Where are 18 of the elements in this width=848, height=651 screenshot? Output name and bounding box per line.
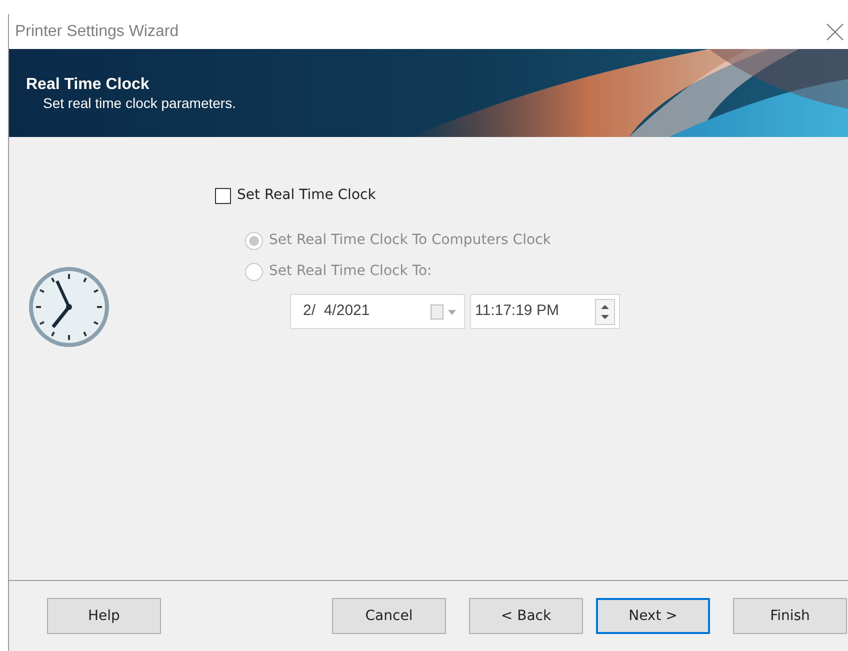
header-title: Real Time Clock xyxy=(26,75,150,94)
checkbox-label[interactable]: Set Real Time Clock xyxy=(237,185,376,206)
spin-icon[interactable] xyxy=(595,298,615,324)
checkbox[interactable] xyxy=(215,188,231,204)
date-value: 2/ 4/2021 xyxy=(303,301,370,322)
date-field[interactable]: 2/ 4/2021 xyxy=(290,294,465,329)
close-icon[interactable] xyxy=(826,22,844,40)
wizard-button[interactable]: Finish xyxy=(733,598,847,634)
window-title: Printer Settings Wizard xyxy=(15,22,179,42)
header-subtitle: Set real time clock parameters. xyxy=(43,94,237,112)
wizard-button[interactable]: Next > xyxy=(596,598,710,634)
clock-icon xyxy=(27,265,111,349)
time-field[interactable]: 11:17:19 PM xyxy=(470,294,620,329)
wizard-button[interactable]: Help xyxy=(47,598,161,634)
calendar-dropdown-icon[interactable] xyxy=(430,304,458,320)
wizard-button[interactable]: < Back xyxy=(469,598,583,634)
wizard-button[interactable]: Cancel xyxy=(332,598,446,634)
time-value: 11:17:19 PM xyxy=(475,301,559,322)
